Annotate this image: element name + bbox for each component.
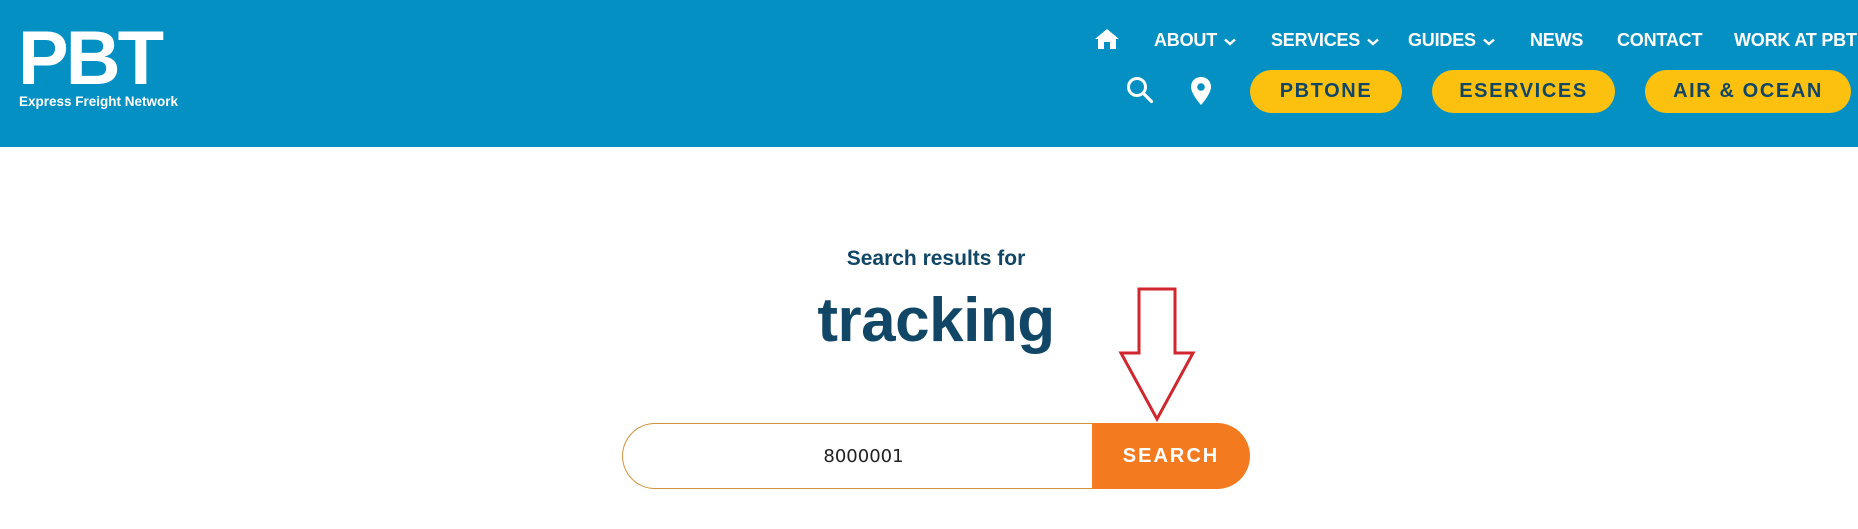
chevron-down-icon	[1483, 30, 1495, 51]
nav-item-news[interactable]: NEWS	[1530, 22, 1583, 58]
eservices-button[interactable]: ESERVICES	[1432, 70, 1615, 113]
nav-item-label: WORK AT PBT	[1734, 29, 1857, 50]
search-form: SEARCH	[622, 423, 1250, 489]
nav-item-label: CONTACT	[1617, 29, 1703, 50]
chevron-down-icon	[1367, 30, 1379, 51]
nav-item-guides[interactable]: GUIDES	[1408, 22, 1495, 58]
logo-mark: PBT	[18, 16, 164, 101]
search-results-label: Search results for	[846, 247, 1026, 270]
search-query-title: tracking	[817, 286, 1055, 355]
nav-item-about[interactable]: ABOUT	[1154, 22, 1236, 58]
nav-item-label: SERVICES	[1271, 29, 1361, 50]
air-ocean-button[interactable]: AIR & OCEAN	[1645, 70, 1851, 113]
nav-item-contact[interactable]: CONTACT	[1617, 22, 1702, 58]
home-icon[interactable]	[1094, 27, 1120, 51]
pbtone-button[interactable]: PBTONE	[1250, 70, 1402, 113]
search-input[interactable]	[622, 423, 1092, 489]
map-pin-icon[interactable]	[1190, 76, 1212, 106]
search-button[interactable]: SEARCH	[1092, 423, 1250, 489]
pbt-logo[interactable]: PBT Express Freight Network	[18, 16, 208, 114]
nav-item-services[interactable]: SERVICES	[1271, 22, 1379, 58]
site-header: PBT Express Freight Network ABOUT SERVIC…	[0, 0, 1858, 147]
nav-item-label: NEWS	[1530, 29, 1584, 50]
search-icon[interactable]	[1126, 76, 1154, 104]
chevron-down-icon	[1224, 30, 1236, 51]
nav-item-label: ABOUT	[1154, 29, 1217, 50]
nav-item-work-at-pbt[interactable]: WORK AT PBT	[1734, 22, 1857, 58]
nav-item-label: GUIDES	[1408, 29, 1476, 50]
logo-tagline: Express Freight Network	[19, 94, 179, 109]
arrow-down-icon	[1118, 287, 1196, 423]
